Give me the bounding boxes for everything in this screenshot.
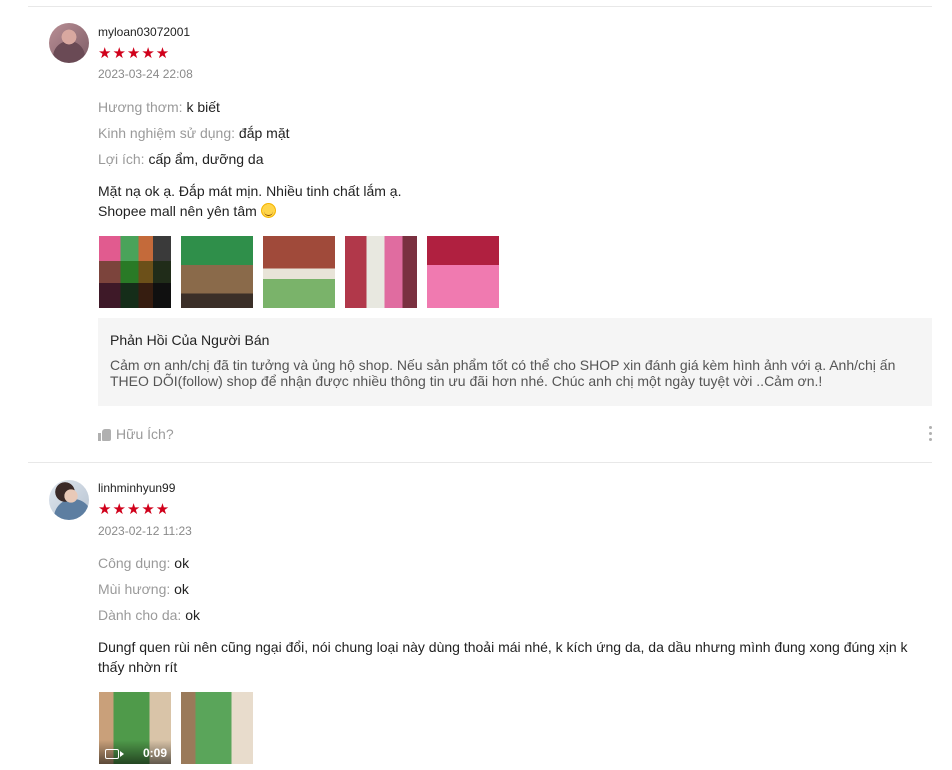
video-camera-icon xyxy=(105,749,124,759)
review-photo[interactable] xyxy=(427,236,499,308)
attribute-label: Công dụng: xyxy=(98,555,171,571)
attribute-value: ok xyxy=(185,607,200,623)
seller-reply-title: Phản Hồi Của Người Bán xyxy=(110,332,270,348)
attribute-value: ok xyxy=(174,555,190,571)
review-attribute-use: Công dụng: ok xyxy=(98,555,189,571)
review-divider xyxy=(28,6,932,7)
seller-reply: Phản Hồi Của Người Bán Cảm ơn anh/chị đã… xyxy=(98,318,932,406)
seller-reply-text: Cảm ơn anh/chị đã tin tưởng và ủng hộ sh… xyxy=(110,357,896,389)
smile-emoji-icon xyxy=(260,203,276,218)
thumbs-up-icon xyxy=(98,427,112,441)
review-photo[interactable] xyxy=(99,236,171,308)
review-attribute-skin-type: Dành cho da: ok xyxy=(98,607,200,623)
review-text-line: Mặt nạ ok ạ. Đắp mát mịn. Nhiều tinh chấ… xyxy=(98,183,402,199)
attribute-value: k biết xyxy=(186,99,220,115)
review-date: 2023-03-24 22:08 xyxy=(98,67,193,81)
attribute-value: đắp mặt xyxy=(238,125,290,141)
attribute-label: Mùi hương: xyxy=(98,581,171,597)
helpful-label: Hữu Ích? xyxy=(116,426,174,442)
avatar[interactable] xyxy=(49,480,89,520)
attribute-label: Lợi ích: xyxy=(98,151,145,167)
review-attribute-scent: Hương thơm: k biết xyxy=(98,99,220,115)
attribute-label: Kinh nghiệm sử dụng: xyxy=(98,125,236,141)
review-photo[interactable] xyxy=(181,236,253,308)
review-attribute-benefit: Lợi ích: cấp ẩm, dưỡng da xyxy=(98,151,264,167)
review-date: 2023-02-12 11:23 xyxy=(98,524,192,538)
review-photo[interactable] xyxy=(181,692,253,764)
review-content: Dungf quen rùi nên cũng ngại đổi, nói ch… xyxy=(98,639,908,675)
review-photo[interactable] xyxy=(263,236,335,308)
review-photo[interactable] xyxy=(345,236,417,308)
review-content: Mặt nạ ok ạ. Đắp mát mịn. Nhiều tinh chấ… xyxy=(98,181,918,221)
star-rating: ★★★★★ xyxy=(98,45,171,62)
attribute-value: cấp ẩm, dưỡng da xyxy=(148,151,264,167)
helpful-button[interactable]: Hữu Ích? xyxy=(98,426,174,442)
review-attribute-experience: Kinh nghiệm sử dụng: đắp mặt xyxy=(98,125,290,141)
review-attribute-scent: Mùi hương: ok xyxy=(98,581,189,597)
star-rating: ★★★★★ xyxy=(98,501,171,518)
more-options-icon[interactable] xyxy=(927,426,933,441)
review-video[interactable]: 0:09 xyxy=(99,692,171,764)
review-text: Shopee mall nên yên tâm xyxy=(98,203,257,219)
review-text-line: Shopee mall nên yên tâm xyxy=(98,201,918,221)
video-duration: 0:09 xyxy=(142,746,167,760)
review-divider xyxy=(28,462,932,463)
attribute-label: Dành cho da: xyxy=(98,607,182,623)
review-username[interactable]: linhminhyun99 xyxy=(98,481,175,495)
attribute-value: ok xyxy=(174,581,189,597)
review-username[interactable]: myloan03072001 xyxy=(98,25,190,39)
attribute-label: Hương thơm: xyxy=(98,99,183,115)
avatar[interactable] xyxy=(49,23,89,63)
